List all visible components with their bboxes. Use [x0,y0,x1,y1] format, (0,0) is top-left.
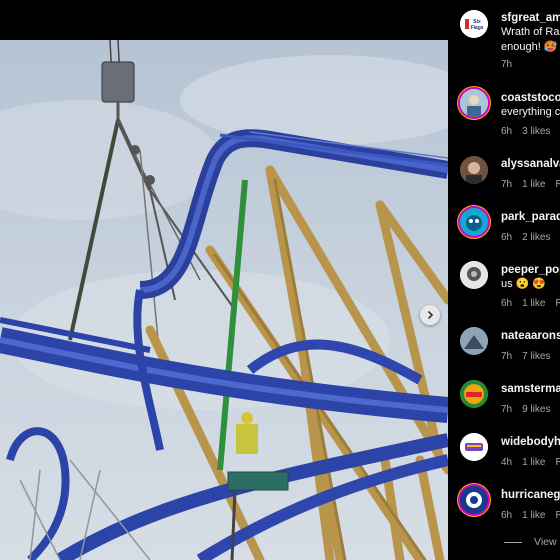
roller-coaster-photo [0,40,448,560]
avatar[interactable] [460,261,488,289]
comment-meta: 6h2 likesR [501,232,560,243]
comment-likes[interactable]: 3 likes [522,126,550,137]
comment-meta: 6h3 likesR [501,126,560,137]
comment-likes[interactable]: 2 likes [522,232,550,243]
avatar[interactable] [460,380,488,408]
comment-meta: 6h 1 like Re [501,298,560,309]
comment-text: enough! 🥵 [501,41,558,53]
comment-username[interactable]: hurricanegp [501,489,560,501]
comment-likes[interactable]: 7 likes [522,351,550,362]
comment-time: 7h [501,351,513,362]
comment-meta: 7h7 likesR [501,351,560,362]
comment-text: us 😮 😍 [501,278,547,290]
divider [504,541,522,543]
comment-reply[interactable]: Re [555,510,560,521]
comment-time: 4h [501,457,513,468]
avatar-photo-icon [460,89,488,117]
comment-username[interactable]: nateaaronsc [501,330,560,342]
avatar-logo-icon [460,486,488,514]
comment-time: 7h [501,179,513,190]
comment-meta: 7h9 likesR [501,404,560,415]
comment-reply[interactable]: Re [555,179,560,190]
post-photo [0,40,448,560]
avatar-logo-icon [460,433,488,461]
comment-username[interactable]: alyssanalvar [501,158,560,170]
post-media-area [0,0,448,560]
comment-username[interactable]: coaststocoa [501,92,560,104]
avatar-mascot-icon [460,208,488,236]
avatar[interactable] [460,486,488,514]
avatar[interactable] [460,208,488,236]
view-replies-label: View [534,536,557,548]
comment-likes[interactable]: 1 like [522,179,545,190]
six-flags-logo-icon: Six Flags [460,10,488,38]
view-replies-button[interactable]: View [504,536,557,548]
comment-time: 6h [501,510,513,521]
avatar-photo-icon [460,327,488,355]
avatar[interactable] [460,156,488,184]
comments-panel[interactable]: Six Flags sfgreat_ame Wrath of Ra enough… [448,0,560,560]
comment-meta: 6h 1 like Re [501,510,560,521]
avatar[interactable]: Six Flags [460,10,488,38]
comment-likes[interactable]: 1 like [522,457,545,468]
svg-text:Flags: Flags [470,25,483,31]
comment-username[interactable]: sfgreat_ame [501,12,560,24]
comment-time: 6h [501,298,513,309]
comment-username[interactable]: park_paradi [501,211,560,223]
comment-likes[interactable]: 1 like [522,510,545,521]
comment-text: Wrath of Ra [501,26,560,38]
comment-time: 7h [501,59,513,70]
comment-time: 6h [501,126,513,137]
comment-meta: 7h 1 like Re [501,179,560,190]
avatar-logo-icon [460,380,488,408]
comment-text: everything c [501,106,560,118]
comment-likes[interactable]: 1 like [522,298,545,309]
comment-reply[interactable]: Re [555,298,560,309]
avatar[interactable] [460,327,488,355]
comment-time: 7h [501,404,513,415]
avatar-photo-icon [460,156,488,184]
comment-username[interactable]: samstermac [501,383,560,395]
comment-username[interactable]: widebodyhe [501,436,560,448]
avatar-photo-icon [460,261,488,289]
chevron-right-icon [427,310,434,320]
comment-username[interactable]: peeper_pop [501,264,560,276]
comment-likes[interactable]: 9 likes [522,404,550,415]
comment-time: 6h [501,232,513,243]
comment-reply[interactable]: Re [555,457,560,468]
avatar[interactable] [460,433,488,461]
carousel-next-button[interactable] [420,305,440,325]
avatar[interactable] [460,89,488,117]
comment-meta: 7h [501,59,522,70]
comment-meta: 4h 1 like Re [501,457,560,468]
